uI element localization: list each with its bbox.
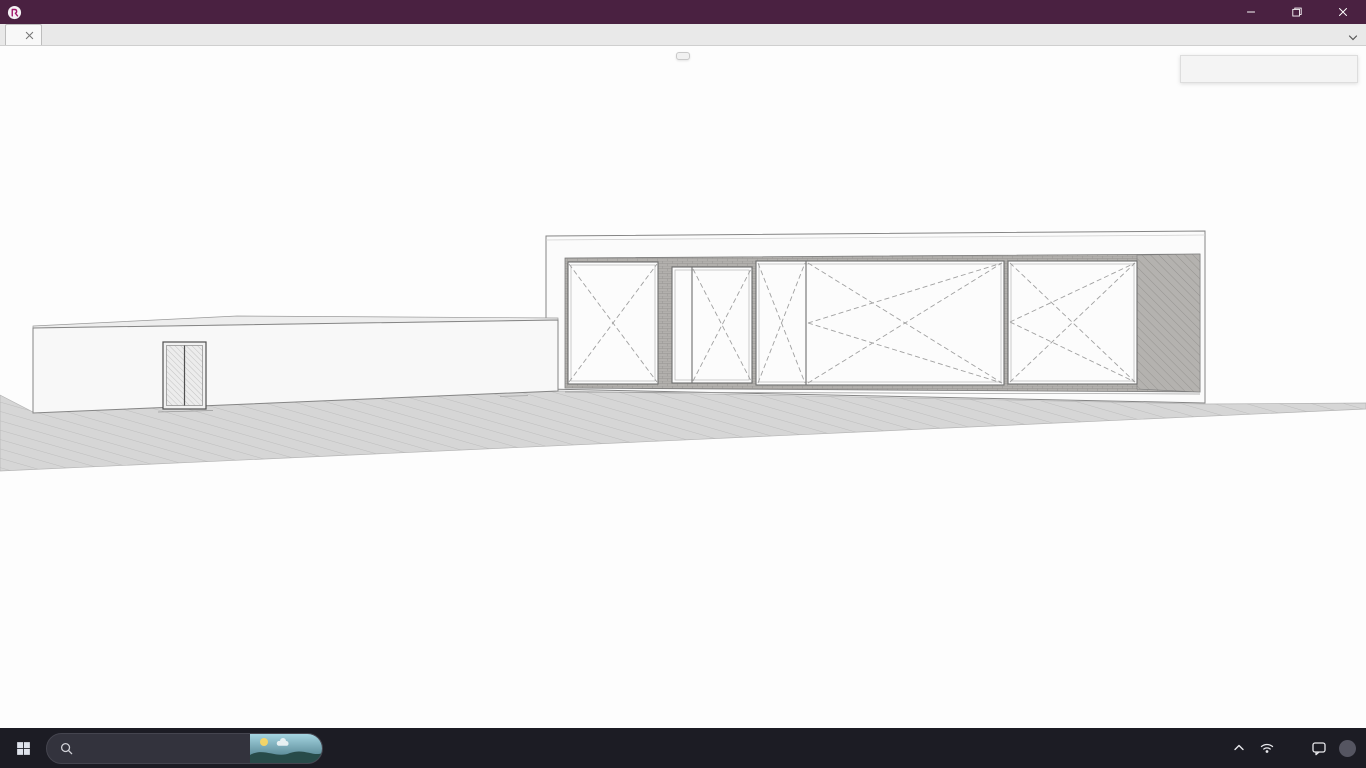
widgets-weather-image[interactable] bbox=[250, 733, 322, 764]
wifi-icon bbox=[1259, 740, 1275, 756]
maximize-button[interactable] bbox=[1274, 0, 1320, 24]
tab-list-dropdown[interactable] bbox=[1348, 29, 1358, 47]
tools-panel bbox=[1180, 55, 1358, 83]
viewport-3d[interactable] bbox=[0, 46, 1366, 728]
tab-close-icon[interactable] bbox=[25, 31, 34, 40]
building-pavilion[interactable] bbox=[546, 231, 1205, 403]
system-tray bbox=[1231, 740, 1366, 757]
chevron-up-icon bbox=[1231, 740, 1247, 756]
minimize-button[interactable] bbox=[1228, 0, 1274, 24]
restore-icon bbox=[1290, 5, 1304, 19]
minimize-icon bbox=[1244, 5, 1258, 19]
entrance-door bbox=[158, 342, 213, 412]
notification-icon bbox=[1311, 740, 1327, 756]
notifications-button[interactable] bbox=[1311, 740, 1327, 756]
close-icon bbox=[1336, 5, 1350, 19]
taskbar bbox=[0, 728, 1366, 768]
taskbar-search[interactable] bbox=[46, 733, 323, 764]
workspace bbox=[0, 46, 1366, 728]
tab-bar bbox=[0, 24, 1366, 46]
windows-start-icon bbox=[15, 740, 32, 757]
start-button[interactable] bbox=[0, 728, 46, 768]
tab-3d-view[interactable] bbox=[5, 24, 42, 45]
glazed-facade bbox=[568, 261, 1137, 385]
close-button[interactable] bbox=[1320, 0, 1366, 24]
main-toolbar bbox=[676, 52, 690, 60]
hidden-icons-button[interactable] bbox=[1231, 740, 1247, 756]
search-icon bbox=[59, 741, 74, 756]
renga-app-icon bbox=[7, 5, 22, 20]
network-button[interactable] bbox=[1259, 740, 1275, 756]
notification-count-badge bbox=[1339, 740, 1356, 757]
new-tab-button[interactable] bbox=[47, 26, 69, 43]
titlebar bbox=[0, 0, 1366, 24]
